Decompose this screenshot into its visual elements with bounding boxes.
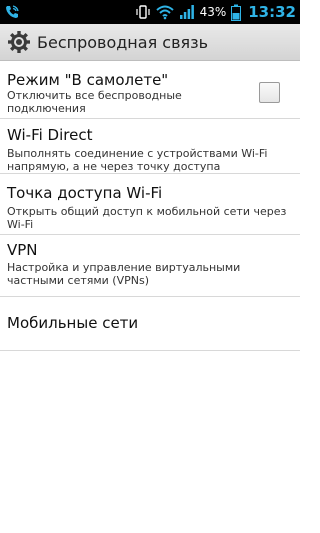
title-bar: Беспроводная связь [0,24,300,61]
vibrate-icon [135,4,151,20]
item-title: VPN [7,241,38,259]
status-bar: 43% 13:32 [0,0,300,24]
battery-icon [231,4,242,21]
item-subtitle: Настройка и управление виртуальными част… [7,261,241,287]
item-subtitle: Выполнять соединение с устройствами Wi-F… [7,147,268,173]
airplane-mode-checkbox[interactable] [259,82,280,103]
item-subtitle: Открыть общий доступ к мобильной сети че… [7,205,287,231]
item-subtitle: Отключить все беспроводные подключения [7,89,182,115]
list-item-mobile-networks[interactable]: Мобильные сети [0,297,300,351]
page-title: Беспроводная связь [37,32,209,52]
item-title: Точка доступа Wi-Fi [7,184,163,202]
signal-icon [179,4,195,20]
status-left [4,4,135,20]
list-item-wifi-hotspot[interactable]: Точка доступа Wi-Fi Открыть общий доступ… [0,174,300,235]
item-title: Режим "В самолете" [7,71,169,89]
battery-percent: 43% [199,5,227,19]
list-item-airplane-mode[interactable]: Режим "В самолете" Отключить все беспров… [0,61,300,119]
wifi-icon [155,4,174,20]
clock: 13:32 [248,3,296,21]
item-title: Wi-Fi Direct [7,126,93,144]
gear-icon [7,30,31,54]
list-item-vpn[interactable]: VPN Настройка и управление виртуальными … [0,235,300,297]
item-title: Мобильные сети [7,314,139,332]
phone-icon [4,4,20,20]
list-item-wifi-direct[interactable]: Wi-Fi Direct Выполнять соединение с устр… [0,119,300,174]
status-right: 43% 13:32 [135,3,296,21]
settings-list: Режим "В самолете" Отключить все беспров… [0,61,300,351]
